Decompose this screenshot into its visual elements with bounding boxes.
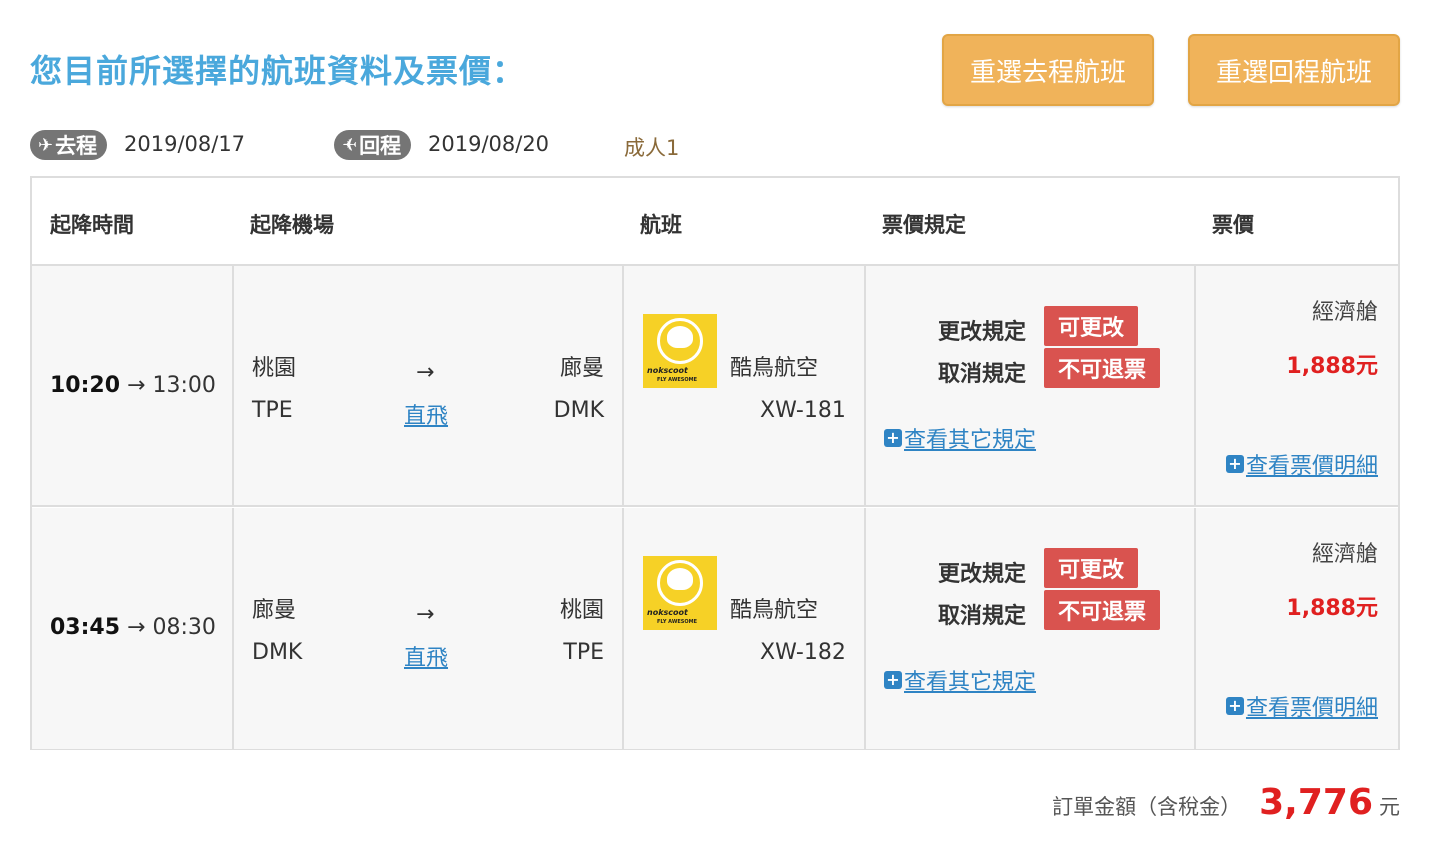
from-city: 廊曼 xyxy=(252,598,297,623)
flight-time: 03:45 → 08:30 xyxy=(50,615,216,640)
cancel-rule-badge: 不可退票 xyxy=(1044,348,1161,388)
change-rule-badge: 可更改 xyxy=(1044,548,1139,588)
flight-number: XW-181 xyxy=(760,398,846,423)
from-code: DMK xyxy=(252,640,303,665)
reselect-return-button[interactable]: 重選回程航班 xyxy=(1188,34,1400,106)
depart-time: 03:45 xyxy=(50,615,121,640)
airline-logo: nokscoot FLY AWESOME xyxy=(643,556,717,630)
logo-brand: nokscoot xyxy=(647,366,688,375)
direct-flight-link[interactable]: 直飛 xyxy=(404,398,448,430)
col-header-price: 票價 xyxy=(1212,213,1254,237)
reselect-outbound-button[interactable]: 重選去程航班 xyxy=(942,34,1154,106)
change-rule-badge: 可更改 xyxy=(1044,306,1139,346)
table-header: 起降時間 起降機場 航班 票價規定 票價 xyxy=(32,178,1398,266)
trip-summary: ✈ 去程 2019/08/17 ✈ 回程 2019/08/20 成人1 xyxy=(30,130,730,160)
change-rule-label: 更改規定 xyxy=(938,562,1027,587)
arrow-right-icon: → xyxy=(127,615,146,640)
price-detail-link[interactable]: + 查看票價明細 xyxy=(1225,690,1378,722)
cabin-class: 經濟艙 xyxy=(1311,300,1378,325)
to-city: 桃園 xyxy=(559,598,604,623)
col-header-rules: 票價規定 xyxy=(882,213,966,237)
order-total: 訂單金額（含稅金） 3,776 元 xyxy=(1052,782,1400,823)
plus-icon: + xyxy=(1225,455,1244,473)
order-total-amount: 3,776 xyxy=(1259,782,1373,823)
passenger-count: 成人1 xyxy=(624,136,680,160)
return-label: 回程 xyxy=(359,134,402,158)
price-detail-label: 查看票價明細 xyxy=(1245,696,1378,721)
more-rules-link[interactable]: + 查看其它規定 xyxy=(884,664,1036,696)
cancel-rule-badge: 不可退票 xyxy=(1044,590,1161,630)
to-code: TPE xyxy=(563,640,604,665)
airline-logo: nokscoot FLY AWESOME xyxy=(643,314,717,388)
change-rule-label: 更改規定 xyxy=(938,320,1027,345)
to-city: 廊曼 xyxy=(559,356,604,381)
logo-tagline: FLY AWESOME xyxy=(657,377,698,383)
col-header-flight: 航班 xyxy=(640,213,682,237)
order-total-unit: 元 xyxy=(1379,795,1400,819)
from-code: TPE xyxy=(252,398,293,423)
plane-return-icon: ✈ xyxy=(342,134,358,156)
logo-tagline: FLY AWESOME xyxy=(657,619,698,625)
arrow-right-icon: → xyxy=(416,602,435,627)
to-code: DMK xyxy=(553,398,604,423)
plus-icon: + xyxy=(884,671,902,689)
table-row: 03:45 → 08:30 廊曼 DMK → 直飛 桃園 TPE nokscoo… xyxy=(32,508,1398,749)
table-row: 10:20 → 13:00 桃園 TPE → 直飛 廊曼 DMK nokscoo… xyxy=(32,266,1398,507)
return-date: 2019/08/20 xyxy=(428,132,550,156)
col-header-airport: 起降機場 xyxy=(250,213,334,237)
col-header-time: 起降時間 xyxy=(50,213,134,237)
logo-brand: nokscoot xyxy=(647,608,688,617)
order-total-label: 訂單金額（含稅金） xyxy=(1052,795,1242,819)
from-city: 桃園 xyxy=(252,356,297,381)
price-detail-link[interactable]: + 查看票價明細 xyxy=(1225,448,1378,480)
airline-name: 酷鳥航空 xyxy=(730,598,819,623)
plus-icon: + xyxy=(884,429,902,447)
more-rules-label: 查看其它規定 xyxy=(904,428,1037,453)
outbound-badge: ✈ 去程 xyxy=(30,130,108,160)
flight-number: XW-182 xyxy=(760,640,846,665)
plane-departure-icon: ✈ xyxy=(38,134,54,156)
direct-flight-link[interactable]: 直飛 xyxy=(404,640,448,672)
more-rules-link[interactable]: + 查看其它規定 xyxy=(884,422,1036,454)
return-badge: ✈ 回程 xyxy=(334,130,412,160)
fare-price: 1,888元 xyxy=(1286,596,1378,621)
arrive-time: 08:30 xyxy=(152,615,216,640)
arrow-right-icon: → xyxy=(127,373,146,398)
flight-table: 起降時間 起降機場 航班 票價規定 票價 10:20 → 13:00 桃園 TP… xyxy=(30,176,1400,750)
outbound-label: 去程 xyxy=(55,134,98,158)
cabin-class: 經濟艙 xyxy=(1311,542,1378,567)
cancel-rule-label: 取消規定 xyxy=(938,604,1027,629)
page-title: 您目前所選擇的航班資料及票價： xyxy=(30,52,526,90)
price-detail-label: 查看票價明細 xyxy=(1245,454,1378,479)
more-rules-label: 查看其它規定 xyxy=(904,670,1037,695)
outbound-date: 2019/08/17 xyxy=(124,132,246,156)
airline-name: 酷鳥航空 xyxy=(730,356,819,381)
depart-time: 10:20 xyxy=(50,373,121,398)
fare-price: 1,888元 xyxy=(1286,354,1378,379)
plus-icon: + xyxy=(1225,697,1244,715)
cancel-rule-label: 取消規定 xyxy=(938,362,1027,387)
flight-time: 10:20 → 13:00 xyxy=(50,373,216,398)
arrow-right-icon: → xyxy=(416,360,435,385)
arrive-time: 13:00 xyxy=(152,373,216,398)
